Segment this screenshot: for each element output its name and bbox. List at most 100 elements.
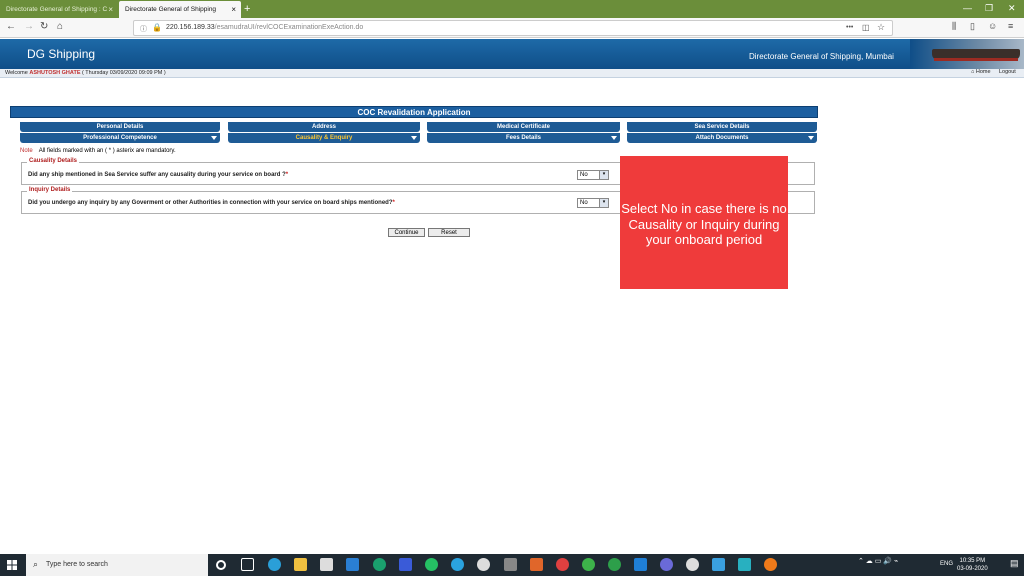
menu-icon[interactable]: ≡ — [1008, 21, 1013, 31]
app-icon[interactable] — [477, 558, 490, 571]
sidebar-icon[interactable]: ▯ — [970, 21, 975, 32]
clock-date: 03-09-2020 — [957, 566, 988, 572]
info-icon[interactable]: ⓘ — [140, 24, 147, 34]
firefox-icon[interactable] — [764, 558, 777, 571]
app-icon[interactable] — [530, 558, 543, 571]
account-icon[interactable]: ☺ — [988, 21, 997, 31]
back-icon[interactable]: ← — [6, 21, 16, 32]
note-text: All fields marked with an ( * ) asterix … — [38, 148, 176, 154]
store-icon[interactable] — [320, 558, 333, 571]
app-icon[interactable] — [504, 558, 517, 571]
library-icon[interactable]: ⫼ — [952, 21, 956, 32]
form-title: COC Revalidation Application — [10, 106, 818, 118]
search-placeholder: Type here to search — [46, 561, 108, 568]
app-icon[interactable] — [660, 558, 673, 571]
tab-address[interactable]: Address — [228, 122, 420, 132]
browser-tab-active[interactable]: Directorate General of Shipping × — [119, 1, 241, 18]
close-tab-icon[interactable]: × — [108, 5, 113, 14]
app-icon[interactable] — [712, 558, 725, 571]
question-text: Did you undergo any inquiry by any Gover… — [28, 200, 393, 206]
page-actions-icon[interactable]: ••• — [846, 24, 853, 31]
causality-select[interactable]: No ▾ — [577, 170, 609, 180]
logout-link[interactable]: Logout — [999, 69, 1016, 75]
required-marker: * — [392, 200, 395, 206]
tab-professional-competence[interactable]: Professional Competence — [20, 133, 220, 143]
close-tab-icon[interactable]: × — [231, 5, 236, 14]
inquiry-legend: Inquiry Details — [27, 187, 73, 193]
tab-label: Sea Service Details — [694, 124, 750, 130]
vscode-icon[interactable] — [634, 558, 647, 571]
chrome-icon[interactable] — [608, 558, 621, 571]
user-name: ASHUTOSH GHATE — [29, 70, 81, 76]
tab-title: Directorate General of Shipping : C — [6, 6, 108, 13]
tab-personal-details[interactable]: Personal Details — [20, 122, 220, 132]
inquiry-select[interactable]: No ▾ — [577, 198, 609, 208]
notification-icon[interactable]: ▤ — [1010, 558, 1019, 569]
chevron-down-icon[interactable]: ▾ — [599, 199, 608, 207]
select-value: No — [580, 172, 588, 178]
continue-button[interactable]: Continue — [388, 228, 425, 237]
home-link[interactable]: ⌂ Home — [971, 69, 991, 75]
welcome-bar: Welcome ASHUTOSH GHATE ( Thursday 03/09/… — [0, 69, 1024, 78]
chrome-icon[interactable] — [556, 558, 569, 571]
file-explorer-icon[interactable] — [294, 558, 307, 571]
chevron-down-icon[interactable]: ▾ — [599, 171, 608, 179]
app-icon[interactable] — [686, 558, 699, 571]
cortana-icon[interactable] — [216, 560, 226, 570]
tab-label: Fees Details — [505, 135, 542, 141]
edge-icon[interactable] — [268, 558, 281, 571]
tab-causality-enquiry[interactable]: Causality & Enquiry — [228, 133, 420, 143]
reset-button[interactable]: Reset — [428, 228, 470, 237]
ship-banner-image — [910, 39, 1024, 69]
app-icon[interactable] — [582, 558, 595, 571]
browser-tab-inactive[interactable]: Directorate General of Shipping : C × — [0, 1, 118, 18]
tab-label: Personal Details — [96, 124, 144, 130]
lock-icon: 🔒 — [152, 23, 162, 32]
address-bar[interactable]: ⓘ 🔒 220.156.189.33/esamudraUI/revlCOCExa… — [133, 20, 893, 36]
close-window-icon[interactable]: ✕ — [1008, 3, 1016, 14]
whatsapp-icon[interactable] — [425, 558, 438, 571]
maximize-icon[interactable]: ❐ — [985, 3, 993, 14]
logout-link-label: Logout — [999, 69, 1016, 75]
system-tray-icons[interactable]: ⌃ ☁ ▭ 🔊 ⌁ — [858, 557, 898, 565]
chevron-down-icon — [211, 136, 217, 140]
ship-hull-stripe — [934, 58, 1018, 61]
login-date: ( Thursday 03/09/2020 09:09 PM ) — [82, 70, 166, 76]
home-link-label: Home — [975, 69, 991, 75]
select-value: No — [580, 200, 588, 206]
tab-fees-details[interactable]: Fees Details — [427, 133, 620, 143]
url-path: /esamudraUI/revlCOCExaminationExeAction.… — [214, 24, 364, 31]
browser-nav-bar: ← → ↻ ⌂ ⓘ 🔒 220.156.189.33/esamudraUI/re… — [0, 18, 1024, 38]
telegram-icon[interactable] — [451, 558, 464, 571]
mail-icon[interactable] — [346, 558, 359, 571]
tab-medical-certificate[interactable]: Medical Certificate — [427, 122, 620, 132]
start-button[interactable] — [0, 554, 24, 576]
url-text: 220.156.189.33/esamudraUI/revlCOCExamina… — [166, 24, 363, 31]
tab-label: Address — [311, 124, 336, 130]
reload-icon[interactable]: ↻ — [40, 21, 48, 32]
bookmark-star-icon[interactable]: ☆ — [877, 22, 885, 33]
tab-attach-documents[interactable]: Attach Documents — [627, 133, 817, 143]
new-tab-button[interactable]: + — [244, 3, 250, 15]
forward-icon[interactable]: → — [24, 21, 34, 32]
language-indicator[interactable]: ENG — [940, 561, 953, 567]
app-icon[interactable] — [738, 558, 751, 571]
taskbar-clock[interactable]: 10:35 PM 03-09-2020 — [957, 557, 988, 573]
chevron-down-icon — [808, 136, 814, 140]
site-brand: DG Shipping — [27, 47, 96, 61]
tab-title: Directorate General of Shipping — [125, 6, 217, 13]
causality-question: Did any ship mentioned in Sea Service su… — [28, 172, 288, 178]
task-view-icon[interactable] — [241, 558, 254, 571]
app-icon-u[interactable] — [373, 558, 386, 571]
instruction-callout: Select No in case there is no Causality … — [620, 156, 788, 289]
site-title: Directorate General of Shipping, Mumbai — [749, 52, 894, 61]
word-icon[interactable] — [399, 558, 412, 571]
causality-legend: Causality Details — [27, 158, 80, 164]
home-icon[interactable]: ⌂ — [57, 21, 63, 32]
note-label: Note — [20, 148, 33, 154]
tab-label: Professional Competence — [83, 135, 157, 141]
pocket-icon[interactable]: ◫ — [862, 23, 870, 32]
minimize-icon[interactable]: — — [963, 3, 972, 13]
tab-sea-service-details[interactable]: Sea Service Details — [627, 122, 817, 132]
taskbar-search[interactable]: ⌕ Type here to search — [26, 554, 208, 576]
